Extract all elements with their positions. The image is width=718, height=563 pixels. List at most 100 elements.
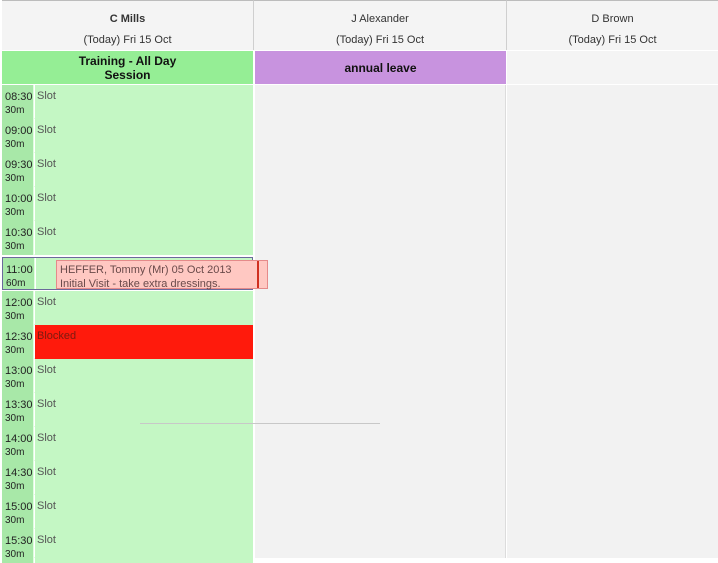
drag-guide-line <box>140 423 380 424</box>
slot-body[interactable]: Slot <box>35 221 253 255</box>
slot-label: Slot <box>37 158 56 170</box>
slot-label: Slot <box>37 364 56 376</box>
slot-body[interactable]: Slot <box>35 461 253 495</box>
time-cell: 11:00 60m <box>3 258 35 289</box>
slot-time: 12:00 <box>5 297 33 309</box>
column-date: (Today) Fri 15 Oct <box>568 34 657 46</box>
slot-body[interactable]: Slot <box>35 495 253 529</box>
column-date: (Today) Fri 15 Oct <box>83 34 172 46</box>
slot-duration: 30m <box>5 481 25 492</box>
slot-body[interactable]: Slot <box>35 153 253 187</box>
slot-duration: 30m <box>5 413 25 424</box>
slot-duration: 30m <box>5 311 25 322</box>
calendar-column-j-alexander[interactable] <box>255 85 506 558</box>
time-cell: 08:30 30m <box>2 85 34 119</box>
slot-label: Slot <box>37 500 56 512</box>
column-header-c-mills[interactable]: C Mills (Today) Fri 15 Oct <box>2 0 254 50</box>
slot-duration: 30m <box>5 139 25 150</box>
slot-body[interactable]: Slot <box>35 359 253 393</box>
time-cell: 13:00 30m <box>2 359 34 393</box>
slot-label: Slot <box>37 432 56 444</box>
practitioner-name: J Alexander <box>351 13 409 25</box>
slot-label: Blocked <box>37 330 77 342</box>
time-cell: 12:00 30m <box>2 291 34 325</box>
slot-time: 13:00 <box>5 365 33 377</box>
slot-label: Slot <box>37 466 56 478</box>
slot-duration: 30m <box>5 173 25 184</box>
slot-label: Slot <box>37 226 56 238</box>
time-slot[interactable]: 13:30 30m Slot <box>2 393 253 427</box>
time-slot[interactable]: 15:00 30m Slot <box>2 495 253 529</box>
slot-body[interactable]: Slot <box>35 85 253 119</box>
appointment-patient: HEFFER, Tommy (Mr) 05 Oct 2013 <box>60 264 232 276</box>
slot-label: Slot <box>37 192 56 204</box>
time-slot[interactable]: 10:00 30m Slot <box>2 187 253 221</box>
slot-time: 09:30 <box>5 159 33 171</box>
slot-body[interactable]: Slot <box>35 187 253 221</box>
time-slot[interactable]: 14:30 30m Slot <box>2 461 253 495</box>
time-slot[interactable]: 09:00 30m Slot <box>2 119 253 153</box>
slot-label: Slot <box>37 534 56 546</box>
time-slot[interactable]: 15:30 30m Slot <box>2 529 253 563</box>
slot-duration: 30m <box>5 345 25 356</box>
practitioner-name: C Mills <box>109 13 146 25</box>
appointment-slot[interactable]: 11:00 60m HEFFER, Tommy (Mr) 05 Oct 2013 … <box>2 257 268 290</box>
time-slot[interactable]: 10:30 30m Slot <box>2 221 253 255</box>
time-cell: 10:30 30m <box>2 221 34 255</box>
slot-body[interactable]: Blocked <box>35 325 253 359</box>
time-slot[interactable]: 09:30 30m Slot <box>2 153 253 187</box>
column-header-j-alexander[interactable]: J Alexander (Today) Fri 15 Oct <box>254 0 507 50</box>
slot-time: 14:00 <box>5 433 33 445</box>
all-day-event-annual-leave[interactable]: annual leave <box>255 51 506 84</box>
slot-body[interactable]: Slot <box>35 119 253 153</box>
time-slot[interactable]: 14:00 30m Slot <box>2 427 253 461</box>
slot-duration: 60m <box>6 278 26 289</box>
slot-time: 15:30 <box>5 535 33 547</box>
slot-time: 13:30 <box>5 399 33 411</box>
slot-time: 14:30 <box>5 467 33 479</box>
slot-duration: 30m <box>5 515 25 526</box>
slot-duration: 30m <box>5 105 25 116</box>
appointment-notes: Initial Visit - take extra dressings. <box>60 278 221 290</box>
event-title-line1: Training - All Day <box>78 53 177 68</box>
slot-duration: 30m <box>5 241 25 252</box>
slot-time: 10:00 <box>5 193 33 205</box>
slot-body[interactable]: Slot <box>35 393 253 427</box>
slot-time: 10:30 <box>5 227 33 239</box>
time-cell: 14:00 30m <box>2 427 34 461</box>
slot-body[interactable]: Slot <box>35 427 253 461</box>
calendar-column-d-brown[interactable] <box>507 85 718 558</box>
slot-duration: 30m <box>5 379 25 390</box>
slot-duration: 30m <box>5 207 25 218</box>
time-slot[interactable]: 08:30 30m Slot <box>2 85 253 119</box>
slot-time: 12:30 <box>5 331 33 343</box>
time-cell: 09:30 30m <box>2 153 34 187</box>
slot-body[interactable]: Slot <box>35 291 253 325</box>
slot-time: 15:00 <box>5 501 33 513</box>
event-title-line2: Session <box>104 67 151 82</box>
slot-label: Slot <box>37 398 56 410</box>
slot-label: Slot <box>37 124 56 136</box>
time-cell: 09:00 30m <box>2 119 34 153</box>
all-day-event-training[interactable]: Training - All Day Session <box>2 51 253 84</box>
event-title: annual leave <box>344 60 417 75</box>
slot-duration: 30m <box>5 447 25 458</box>
slot-duration: 30m <box>5 549 25 560</box>
time-cell: 14:30 30m <box>2 461 34 495</box>
time-cell: 10:00 30m <box>2 187 34 221</box>
all-day-empty-cell[interactable] <box>507 51 718 84</box>
time-slot[interactable]: 13:00 30m Slot <box>2 359 253 393</box>
appointment-card[interactable]: HEFFER, Tommy (Mr) 05 Oct 2013 Initial V… <box>56 260 268 290</box>
column-header-d-brown[interactable]: D Brown (Today) Fri 15 Oct <box>507 0 718 50</box>
blocked-slot[interactable]: 12:30 30m Blocked <box>2 325 253 359</box>
slot-label: Slot <box>37 296 56 308</box>
appointment-status-marker <box>257 261 267 288</box>
column-date: (Today) Fri 15 Oct <box>335 34 425 46</box>
slot-label: Slot <box>37 90 56 102</box>
practitioner-name: D Brown <box>591 13 634 25</box>
time-slot[interactable]: 12:00 30m Slot <box>2 291 253 325</box>
column-headers: C Mills (Today) Fri 15 Oct J Alexander (… <box>0 0 718 50</box>
time-cell: 12:30 30m <box>2 325 34 359</box>
slot-time: 08:30 <box>5 91 33 103</box>
slot-time: 09:00 <box>5 125 33 137</box>
